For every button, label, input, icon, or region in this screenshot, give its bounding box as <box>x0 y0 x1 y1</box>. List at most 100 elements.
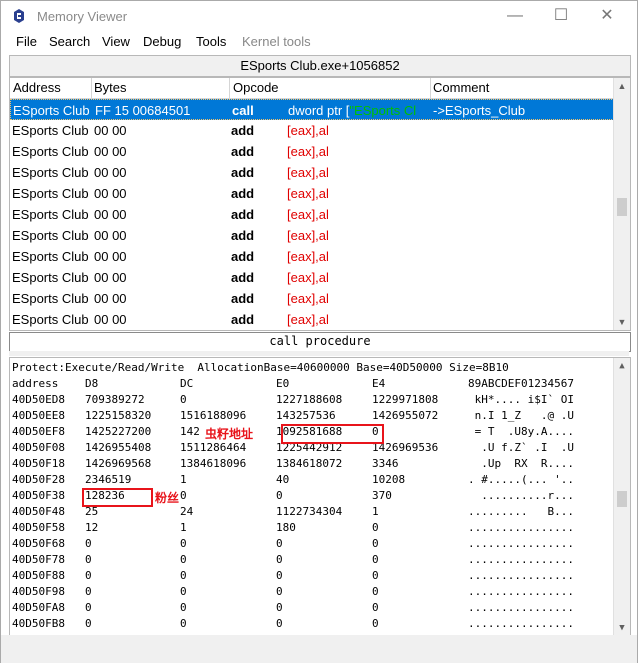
scroll-thumb[interactable] <box>617 198 627 216</box>
hex-d8: 2346519 <box>85 473 132 486</box>
hex-address: 40D50EE8 <box>12 409 65 422</box>
hex-address: 40D50F38 <box>12 489 65 502</box>
hex-address: 40D50F98 <box>12 585 65 598</box>
hex-e0: 1227188608 <box>276 393 343 406</box>
hex-e0: 0 <box>276 569 283 582</box>
menu-file[interactable]: File <box>16 34 37 49</box>
maximize-button[interactable]: ☐ <box>538 1 584 33</box>
hex-e0: 180 <box>276 521 296 534</box>
column-comment[interactable]: Comment <box>433 80 489 95</box>
disasm-opcode: add <box>231 312 255 327</box>
hex-dc: 0 <box>180 393 187 406</box>
disasm-row[interactable]: ESports Club 00 00 add [eax],al <box>10 267 614 288</box>
hex-e4: 0 <box>372 553 379 566</box>
disasm-opcode: add <box>231 165 255 180</box>
hex-d8: 1426955408 <box>85 441 152 454</box>
disasm-comment: ->ESports_Club <box>433 103 526 118</box>
disasm-opcode: add <box>231 270 255 285</box>
column-address[interactable]: Address <box>13 80 61 95</box>
menu-tools[interactable]: Tools <box>196 34 226 49</box>
hex-address: 40D50FA8 <box>12 601 65 614</box>
hex-scroll-up-icon[interactable]: ▲ <box>614 358 630 374</box>
disasm-row[interactable]: ESports Club 00 00 add [eax],al <box>10 309 614 330</box>
disasm-row-selected[interactable]: ESports Club FF 15 00684501 call dword ptr … <box>10 99 614 120</box>
disasm-row[interactable]: ESports Club 00 00 add [eax],al <box>10 183 614 204</box>
hex-e0: 0 <box>276 601 283 614</box>
disasm-address: ESports Club <box>12 165 89 180</box>
hex-address: 40D50F88 <box>12 569 65 582</box>
hex-address: 40D50FB8 <box>12 617 65 630</box>
hex-row[interactable]: 40D50F88 0 0 0 0................ <box>12 569 612 585</box>
disassembler-view[interactable]: Address Bytes Opcode Comment ESports Clu… <box>9 77 631 331</box>
hex-dc: 0 <box>180 617 187 630</box>
hex-row[interactable]: 40D50F18 1426969568 1384618096 1384618072 33… <box>12 457 612 473</box>
hex-row[interactable]: 40D50FA8 0 0 0 0................ <box>12 601 612 617</box>
disasm-address: ESports Club <box>12 249 89 264</box>
hex-e4: 3346 <box>372 457 399 470</box>
hex-row[interactable]: 40D50ED8 709389272 0 1227188608 1229971808 k… <box>12 393 612 409</box>
disasm-operand: [eax],al <box>287 123 329 138</box>
hex-address: 40D50F18 <box>12 457 65 470</box>
menu-view[interactable]: View <box>102 34 130 49</box>
hex-dc: 24 <box>180 505 194 518</box>
disasm-bytes: 00 00 <box>94 312 127 327</box>
scroll-down-icon[interactable]: ▼ <box>614 314 630 330</box>
hex-d8: 1425227200 <box>85 425 152 438</box>
column-bytes[interactable]: Bytes <box>94 80 127 95</box>
hex-scroll-thumb[interactable] <box>617 491 627 507</box>
minimize-button[interactable]: — <box>492 1 538 33</box>
hex-scroll-down-icon[interactable]: ▼ <box>614 620 630 636</box>
disasm-row[interactable]: ESports Club 00 00 add [eax],al <box>10 246 614 267</box>
hex-row[interactable]: 40D50F68 0 0 0 0................ <box>12 537 612 553</box>
close-button[interactable]: ✕ <box>584 1 630 33</box>
column-opcode[interactable]: Opcode <box>233 80 279 95</box>
disasm-opcode: add <box>231 249 255 264</box>
hex-row[interactable]: 40D50F28 2346519 1 40 10208 . #.....(... '.. <box>12 473 612 489</box>
hex-row[interactable]: 40D50F78 0 0 0 0................ <box>12 553 612 569</box>
disasm-bytes: 00 00 <box>94 270 127 285</box>
disasm-row[interactable]: ESports Club 00 00 add [eax],al <box>10 120 614 141</box>
hex-header-d8: D8 <box>85 377 99 390</box>
splitter[interactable] <box>9 351 629 356</box>
disasm-bytes: 00 00 <box>94 291 127 306</box>
disasm-operand: [eax],al <box>287 270 329 285</box>
disasm-operand: dword ptr ["ESports Cl <box>288 103 417 118</box>
disasm-row[interactable]: ESports Club 00 00 add [eax],al <box>10 204 614 225</box>
hex-ascii: ..........r... <box>468 489 574 502</box>
disasm-row[interactable]: ESports Club 00 00 add [eax],al <box>10 288 614 309</box>
hex-row[interactable]: 40D50F58 12 1 180 0................ <box>12 521 612 537</box>
disasm-row[interactable]: ESports Club 00 00 add [eax],al <box>10 141 614 162</box>
hex-d8: 0 <box>85 537 92 550</box>
hex-view[interactable]: Protect:Execute/Read/Write AllocationBas… <box>9 357 631 637</box>
disasm-bytes: 00 00 <box>94 186 127 201</box>
hex-address: 40D50F48 <box>12 505 65 518</box>
hex-dc: 0 <box>180 585 187 598</box>
hex-address: 40D50ED8 <box>12 393 65 406</box>
disasm-operand: [eax],al <box>287 165 329 180</box>
hex-dc: 0 <box>180 601 187 614</box>
hex-e4: 370 <box>372 489 392 502</box>
hex-header-e0: E0 <box>276 377 290 390</box>
disasm-opcode: add <box>231 228 255 243</box>
address-bar[interactable]: ESports Club.exe+1056852 <box>9 55 631 77</box>
title-bar[interactable]: Memory Viewer — ☐ ✕ <box>1 1 637 33</box>
hex-row[interactable]: 40D50FB8 0 0 0 0................ <box>12 617 612 633</box>
scroll-up-icon[interactable]: ▲ <box>614 78 630 94</box>
annotation-base-address: 虫籽地址 <box>205 427 254 441</box>
hex-ascii: n.I 1_Z .@ .U <box>468 409 574 422</box>
menu-search[interactable]: Search <box>49 34 90 49</box>
disasm-opcode: call <box>232 103 254 118</box>
menu-debug[interactable]: Debug <box>143 34 181 49</box>
hex-dc: 0 <box>180 489 187 502</box>
disasm-address: ESports Club <box>12 207 89 222</box>
disasm-row[interactable]: ESports Club 00 00 add [eax],al <box>10 225 614 246</box>
hex-row[interactable]: 40D50F98 0 0 0 0................ <box>12 585 612 601</box>
disasm-row[interactable]: ESports Club 00 00 add [eax],al <box>10 162 614 183</box>
hex-d8: 0 <box>85 585 92 598</box>
hex-scrollbar[interactable]: ▲ ▼ <box>613 358 630 636</box>
disassembler-scrollbar[interactable]: ▲ ▼ <box>613 78 630 330</box>
menu-kernel-tools[interactable]: Kernel tools <box>242 34 311 49</box>
hex-row[interactable]: 40D50F48 25 24 1122734304 1......... B... <box>12 505 612 521</box>
hex-ascii: = T .U8y.A.... <box>468 425 574 438</box>
hex-row[interactable]: 40D50EE8 1225158320 1516188096 143257536 142… <box>12 409 612 425</box>
